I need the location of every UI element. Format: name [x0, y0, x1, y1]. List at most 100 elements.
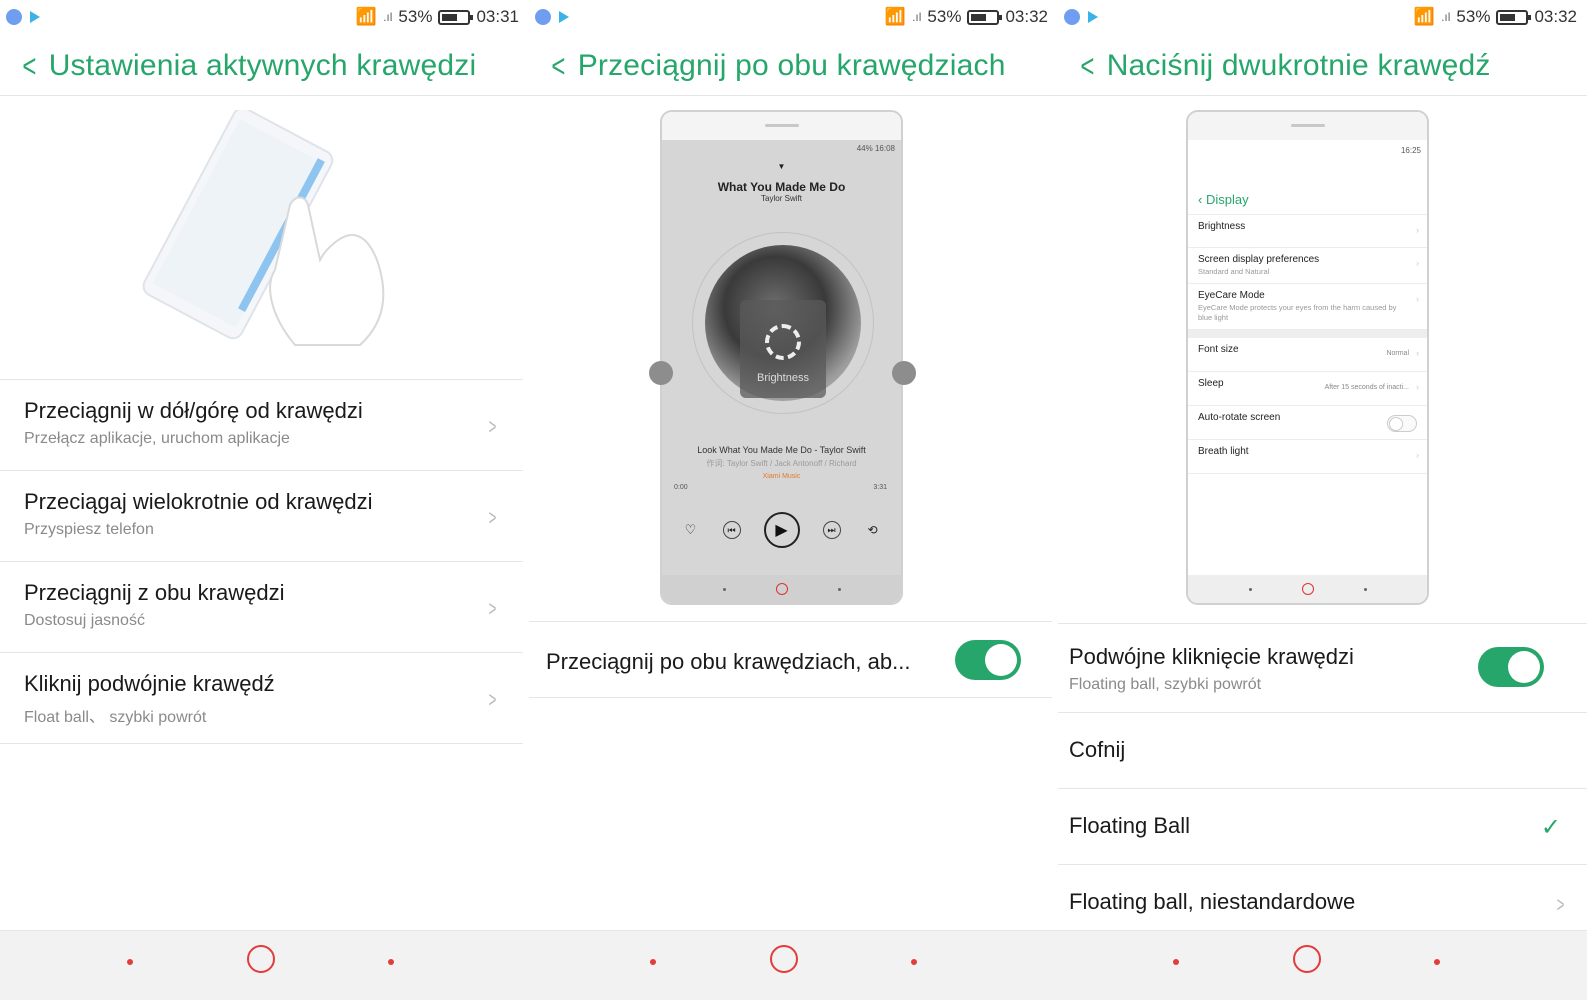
- nav-recents-dot[interactable]: [911, 959, 917, 965]
- check-icon: ✓: [1540, 814, 1561, 841]
- display-settings-preview: 16:25 ‹ Display Brightness › Screen displ…: [1188, 140, 1427, 588]
- next-icon: ⏭: [822, 521, 841, 539]
- status-bar: 📶 .ıl 53% 03:32: [1058, 0, 1587, 36]
- page-title: Naciśnij dwukrotnie krawędź: [1106, 48, 1491, 82]
- setting-label: Przeciągnij po obu krawędziach, ab...: [546, 649, 911, 674]
- status-time: 03:32: [1534, 7, 1577, 26]
- edge-options-list: Przeciągnij w dół/górę od krawędzi Przeł…: [0, 379, 523, 744]
- breath-light-row: Breath light ›: [1188, 440, 1427, 474]
- back-arrow-icon[interactable]: <: [551, 50, 565, 82]
- auto-rotate-row: Auto-rotate screen: [1188, 406, 1427, 440]
- phone-preview: 44% 16:08 ▼ What You Made Me Do Taylor S…: [660, 110, 903, 605]
- back-arrow-icon[interactable]: <: [22, 50, 36, 82]
- repeat-icon: ⟲: [867, 523, 878, 537]
- chevron-right-icon: >: [1556, 892, 1565, 917]
- song-title: What You Made Me Do: [717, 180, 846, 194]
- option-double-tap-edge[interactable]: Kliknij podwójnie krawędź Float ball、 sz…: [0, 653, 523, 744]
- nav-home-button[interactable]: [1293, 945, 1321, 973]
- chevron-right-icon: >: [488, 414, 497, 439]
- edge-gesture-illustration: [142, 110, 385, 346]
- double-tap-options: Podwójne kliknięcie krawędzi Floating ba…: [1058, 623, 1587, 941]
- play-icon: ▶: [763, 512, 800, 548]
- enable-toggle[interactable]: [1478, 647, 1544, 687]
- nav-recents-dot[interactable]: [388, 959, 394, 965]
- mini-nav-bar: [1188, 575, 1427, 603]
- status-bar: 📶 .ıl 53% 03:31: [0, 0, 529, 36]
- signal-icon: .ıl: [912, 10, 922, 24]
- sleep-row: Sleep After 15 seconds of inacti... ›: [1188, 372, 1427, 406]
- battery-percent: 53%: [927, 7, 962, 26]
- option-title: Przeciągnij z obu krawędzi: [24, 580, 285, 605]
- option-swipe-repeatedly[interactable]: Przeciągaj wielokrotnie od krawędzi Przy…: [0, 471, 523, 562]
- download-icon: [535, 9, 551, 25]
- right-edge-indicator: [892, 361, 916, 385]
- page-title: Ustawienia aktywnych krawędzi: [48, 48, 477, 82]
- mini-status: 44% 16:08: [856, 144, 895, 153]
- song-line: Look What You Made Me Do - Taylor Swift: [697, 445, 866, 455]
- brightness-overlay: Brightness: [740, 300, 826, 398]
- page-title: Przeciągnij po obu krawędziach: [577, 48, 1006, 82]
- option-swipe-up-down[interactable]: Przeciągnij w dół/górę od krawędzi Przeł…: [0, 380, 523, 471]
- brightness-icon: [765, 324, 801, 360]
- battery-icon: [967, 9, 1003, 25]
- system-nav-bar: [0, 930, 529, 1000]
- left-edge-indicator: [649, 361, 673, 385]
- battery-percent: 53%: [1456, 7, 1491, 26]
- nav-recents-dot[interactable]: [1434, 959, 1440, 965]
- time-start: 0:00: [674, 484, 688, 491]
- song-artist: Taylor Swift: [761, 194, 802, 203]
- option-title: Przeciągnij w dół/górę od krawędzi: [24, 398, 363, 423]
- option-floating-ball[interactable]: Floating Ball ✓: [1058, 789, 1587, 865]
- previous-icon: ⏮: [722, 521, 741, 539]
- wifi-icon: 📶: [355, 7, 378, 26]
- enable-toggle[interactable]: [955, 640, 1021, 680]
- chevron-right-icon: >: [488, 687, 497, 712]
- nav-home-button[interactable]: [247, 945, 275, 973]
- play-store-icon: [1088, 11, 1098, 23]
- chevron-right-icon: >: [488, 596, 497, 621]
- option-title: Przeciągaj wielokrotnie od krawędzi: [24, 489, 373, 514]
- music-source: Xiami Music: [762, 473, 801, 480]
- option-label: Floating ball, niestandardowe: [1069, 889, 1356, 914]
- wifi-icon: 📶: [1413, 7, 1436, 26]
- mini-nav-bar: [662, 575, 901, 603]
- system-nav-bar: [1058, 930, 1587, 1000]
- wifi-icon: 📶: [884, 7, 907, 26]
- option-title: Kliknij podwójnie krawędź: [24, 671, 275, 696]
- status-time: 03:32: [1005, 7, 1048, 26]
- heart-icon: ♡: [684, 522, 697, 537]
- auto-rotate-toggle: [1387, 415, 1417, 432]
- double-tap-setting[interactable]: Podwójne kliknięcie krawędzi Floating ba…: [1058, 623, 1587, 713]
- swipe-both-edges-setting[interactable]: Przeciągnij po obu krawędziach, ab...: [529, 621, 1052, 698]
- lyric-credit: 作词: Taylor Swift / Jack Antonoff / Richa…: [706, 459, 857, 468]
- status-bar: 📶 .ıl 53% 03:32: [529, 0, 1058, 36]
- collapse-icon: ▼: [777, 162, 786, 171]
- nav-back-dot[interactable]: [650, 959, 656, 965]
- notification-icon: [1064, 9, 1080, 25]
- option-subtitle: Przyspiesz telefon: [24, 521, 154, 538]
- play-store-icon: [559, 11, 569, 23]
- option-back[interactable]: Cofnij: [1058, 713, 1587, 789]
- font-size-row: Font size Normal ›: [1188, 338, 1427, 372]
- back-arrow-icon[interactable]: <: [1080, 50, 1094, 82]
- player-controls: ♡ ⏮ ▶ ⏭ ⟲: [662, 512, 901, 548]
- option-swipe-both-edges[interactable]: Przeciągnij z obu krawędzi Dostosuj jasn…: [0, 562, 523, 653]
- nav-back-dot[interactable]: [127, 959, 133, 965]
- page-header: < Przeciągnij po obu krawędziach: [529, 36, 1058, 96]
- panel-edge-settings: 📶 .ıl 53% 03:31 < Ustawienia aktywnych k…: [0, 0, 529, 1000]
- signal-icon: .ıl: [1441, 10, 1451, 24]
- option-label: Floating Ball: [1069, 813, 1191, 838]
- battery-icon: [438, 9, 474, 25]
- nav-back-dot[interactable]: [1173, 959, 1179, 965]
- eyecare-row: EyeCare Mode EyeCare Mode protects your …: [1188, 284, 1427, 330]
- brightness-row: Brightness ›: [1188, 214, 1427, 248]
- nav-home-button[interactable]: [770, 945, 798, 973]
- screen-display-row: Screen display preferences Standard and …: [1188, 248, 1427, 284]
- phone-preview: 16:25 ‹ Display Brightness › Screen displ…: [1186, 110, 1429, 605]
- music-player-preview: 44% 16:08 ▼ What You Made Me Do Taylor S…: [662, 140, 901, 588]
- play-store-icon: [30, 11, 40, 23]
- panel-swipe-both-edges: 📶 .ıl 53% 03:32 < Przeciągnij po obu kra…: [529, 0, 1058, 1000]
- page-header: < Naciśnij dwukrotnie krawędź: [1058, 36, 1587, 96]
- mini-status: 16:25: [1400, 146, 1421, 155]
- signal-icon: .ıl: [383, 10, 393, 24]
